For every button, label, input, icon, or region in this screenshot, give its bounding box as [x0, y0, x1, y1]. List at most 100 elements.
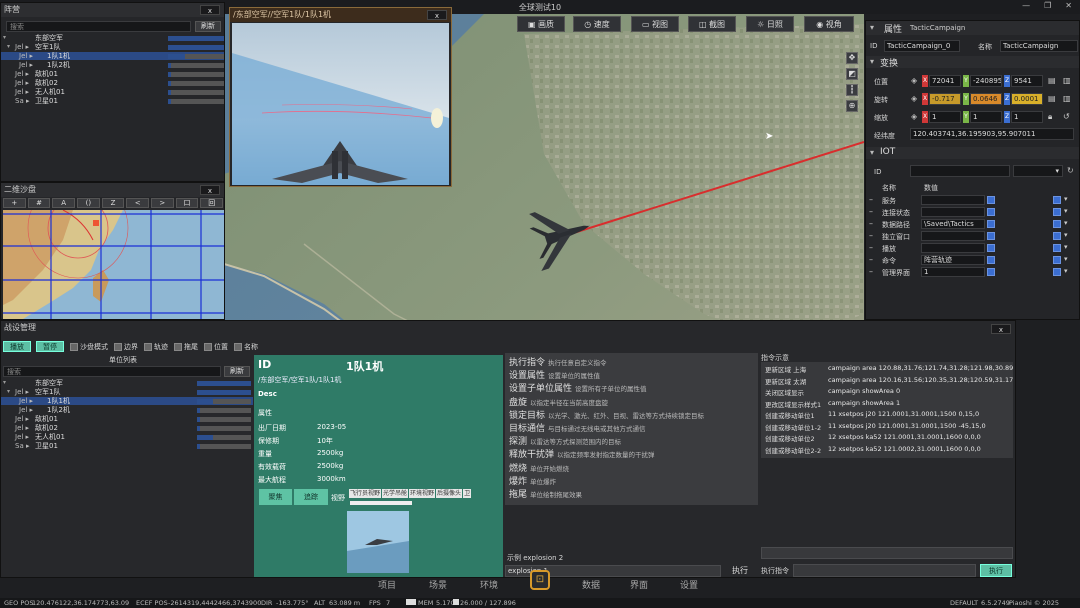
- caret-down-icon[interactable]: ▾: [3, 379, 6, 387]
- command-item[interactable]: 探测 以雷达等方式探测范围内的目标: [509, 434, 621, 447]
- name-field[interactable]: TacticCampaign: [1000, 40, 1078, 52]
- iot-row-checkbox[interactable]: [987, 220, 995, 228]
- chevron-down-icon[interactable]: ▾: [1064, 219, 1068, 227]
- nav-project[interactable]: 项目: [378, 578, 396, 591]
- rotation-x-field[interactable]: -0.717: [929, 93, 961, 105]
- reset-icon[interactable]: ↺: [1063, 112, 1070, 121]
- formation-refresh-button[interactable]: 刷新: [195, 21, 221, 32]
- unit-marker[interactable]: [93, 220, 99, 226]
- view-slider-track[interactable]: [350, 501, 412, 505]
- option-checkbox[interactable]: [234, 343, 242, 351]
- command-item[interactable]: 执行指令 执行任意自定义指令: [509, 355, 607, 368]
- iot-row-remove-icon[interactable]: –: [869, 231, 873, 240]
- camera-view-close-button[interactable]: x: [427, 10, 447, 20]
- collapse-icon[interactable]: ▾: [870, 23, 874, 32]
- tree-row[interactable]: Jel ▸ 无人机01: [1, 88, 224, 96]
- tree-row[interactable]: Jel ▸ 1队2机: [1, 61, 224, 69]
- nav-interface[interactable]: 界面: [630, 578, 648, 591]
- sandbox-text-tool[interactable]: A: [52, 198, 76, 208]
- option-checkbox[interactable]: [114, 343, 122, 351]
- iot-row-toggle[interactable]: [1053, 196, 1061, 204]
- iot-row-remove-icon[interactable]: –: [869, 243, 873, 252]
- iot-section-header[interactable]: ▾ IOT: [866, 147, 1079, 159]
- iot-row-value[interactable]: [921, 195, 985, 205]
- focus-button[interactable]: 聚焦: [259, 489, 292, 505]
- iot-row-checkbox[interactable]: [987, 244, 995, 252]
- tree-row[interactable]: Jel ▸ 1队1机: [1, 397, 253, 405]
- tree-row[interactable]: ▾ 东部空军: [1, 379, 253, 387]
- command-exec-button[interactable]: 执行: [726, 564, 754, 577]
- instruction-item[interactable]: 创建或移动单位1 11 xsetpos j20 121.0001,31.0001,…: [761, 409, 1013, 420]
- reset-icon[interactable]: ▥: [1063, 94, 1071, 103]
- iot-row-checkbox[interactable]: [987, 232, 995, 240]
- instruction-item[interactable]: 创建或移动单位2 12 xsetpos ka52 121.0001,31.0001…: [761, 432, 1013, 443]
- iot-row-toggle[interactable]: [1053, 232, 1061, 240]
- tree-row[interactable]: Jel ▸ 1队2机: [1, 406, 253, 414]
- sandbox-frame-tool[interactable]: 回: [200, 198, 224, 208]
- chevron-down-icon[interactable]: ▾: [1064, 243, 1068, 251]
- view-tab[interactable]: 卫: [463, 489, 472, 498]
- sunlight-button[interactable]: ☼ 日照: [746, 16, 794, 32]
- exec-instruction-button[interactable]: 执行: [980, 564, 1012, 577]
- iot-row-remove-icon[interactable]: –: [869, 267, 873, 276]
- tree-row[interactable]: ▾ Jel ▸ 空军1队: [1, 388, 253, 396]
- instruction-input-bar[interactable]: [761, 547, 1013, 559]
- view-tab[interactable]: 后摄像头: [436, 489, 463, 498]
- quality-button[interactable]: ▣ 画质: [517, 16, 565, 32]
- caret-down-icon[interactable]: ▾: [3, 34, 6, 42]
- lonlat-field[interactable]: 120.403741,36.195903,95.907011: [910, 128, 1074, 140]
- tree-row[interactable]: Sa ▸ 卫星01: [1, 97, 224, 105]
- iot-row-remove-icon[interactable]: –: [869, 195, 873, 204]
- scale-y-field[interactable]: 1: [970, 111, 1002, 123]
- iot-row-checkbox[interactable]: [987, 208, 995, 216]
- screenshot-button[interactable]: ◫ 截图: [688, 16, 736, 32]
- view-tab[interactable]: 飞行员视野: [349, 489, 382, 498]
- iot-id-field[interactable]: [910, 165, 1010, 177]
- track-button[interactable]: 追踪: [294, 489, 328, 505]
- layer-icon[interactable]: ◩: [846, 68, 858, 80]
- tree-row[interactable]: Jel ▸ 无人机01: [1, 433, 253, 441]
- instruction-item[interactable]: 更改区域显示样式1 campaign showArea 1: [761, 398, 1013, 409]
- iot-id-dropdown[interactable]: ▾: [1013, 165, 1063, 177]
- position-y-field[interactable]: -240895: [970, 75, 1002, 87]
- campaign-close-button[interactable]: x: [991, 324, 1011, 334]
- sandbox-rect-tool[interactable]: 口: [175, 198, 199, 208]
- tree-row[interactable]: Jel ▸ 敌机02: [1, 79, 224, 87]
- iot-row-value[interactable]: 阵营轨迹: [921, 255, 985, 265]
- command-item[interactable]: 爆炸 单位爆炸: [509, 474, 556, 487]
- transform-section-header[interactable]: ▾ 变换: [866, 56, 1079, 69]
- scale-x-field[interactable]: 1: [929, 111, 961, 123]
- option-checkbox[interactable]: [70, 343, 78, 351]
- iot-row-toggle[interactable]: [1053, 268, 1061, 276]
- iot-row-toggle[interactable]: [1053, 256, 1061, 264]
- command-item[interactable]: 设置属性 设置单位的属性值: [509, 368, 600, 381]
- instruction-item[interactable]: 更新区域 太湖 campaign area 120.16,31.56;120.35…: [761, 375, 1013, 386]
- option-toggle[interactable]: 轨迹: [144, 342, 168, 352]
- reset-icon[interactable]: ▥: [1063, 76, 1071, 85]
- tree-row[interactable]: ▾ 东部空军: [1, 34, 224, 42]
- tree-row[interactable]: Jel ▸ 敌机02: [1, 424, 253, 432]
- iot-row-remove-icon[interactable]: –: [869, 219, 873, 228]
- iot-row-checkbox[interactable]: [987, 256, 995, 264]
- iot-row-checkbox[interactable]: [987, 268, 995, 276]
- copy-icon[interactable]: ▤: [1048, 94, 1056, 103]
- iot-refresh-icon[interactable]: ↻: [1067, 166, 1074, 175]
- pan-icon[interactable]: ✥: [846, 52, 858, 64]
- sandbox-zone-tool[interactable]: Z: [101, 198, 125, 208]
- pause-button[interactable]: 暂停: [36, 341, 64, 352]
- position-z-field[interactable]: 9541: [1011, 75, 1043, 87]
- iot-row-value[interactable]: [921, 207, 985, 217]
- view-tab[interactable]: 环境视野: [409, 489, 436, 498]
- iot-row-value[interactable]: \Saved\Tactics: [921, 219, 985, 229]
- rotation-z-field[interactable]: 0.0001: [1011, 93, 1043, 105]
- unit-search-input[interactable]: 搜索: [3, 366, 221, 377]
- camera-angle-button[interactable]: ◉ 视角: [804, 16, 854, 32]
- exec-instruction-input[interactable]: [793, 564, 976, 577]
- caret-down-icon[interactable]: ▾: [7, 43, 10, 51]
- sandbox-map[interactable]: [3, 210, 224, 319]
- command-item[interactable]: 盘旋 以指定半径在当前高度盘旋: [509, 395, 608, 408]
- copy-icon[interactable]: ▤: [1048, 76, 1056, 85]
- play-button[interactable]: 播放: [3, 341, 31, 352]
- nav-settings[interactable]: 设置: [680, 578, 698, 591]
- sandbox-grid-tool[interactable]: #: [27, 198, 51, 208]
